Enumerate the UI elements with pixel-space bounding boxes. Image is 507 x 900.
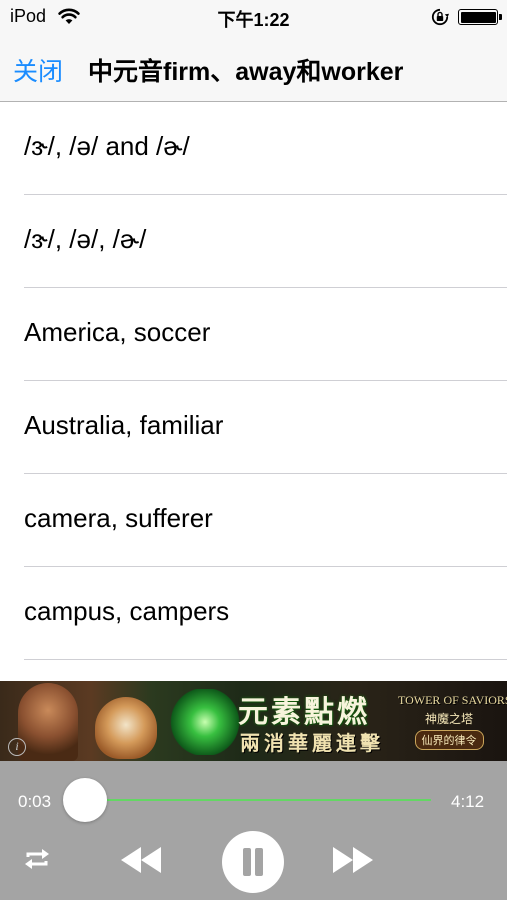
close-button[interactable]: 关闭: [13, 52, 63, 88]
ad-logo-chinese: 神魔之塔: [424, 712, 473, 726]
list-item-label: campus, campers: [24, 596, 230, 626]
fast-forward-icon[interactable]: [331, 845, 375, 880]
nav-bar: 关闭 中元音firm、away和worker: [0, 34, 507, 102]
ad-character-image: [18, 683, 78, 761]
ad-subline: 兩消華麗連擊: [240, 733, 384, 755]
ad-dog-image: [95, 697, 157, 759]
list-item-label: America, soccer: [24, 317, 211, 347]
ad-gem-image: [170, 689, 240, 755]
list-item-label: camera, sufferer: [24, 503, 213, 533]
pause-bar-right: [255, 848, 263, 876]
repeat-icon[interactable]: [24, 847, 50, 876]
list-item[interactable]: camera, sufferer: [0, 474, 507, 567]
lesson-list: /ɝ/, /ə/ and /ɚ/ /ɝ/, /ə/, /ɚ/ America, …: [0, 102, 507, 660]
status-bar: iPod 下午1:22: [0, 0, 507, 34]
pause-bar-left: [243, 848, 251, 876]
list-item[interactable]: /ɝ/, /ə/, /ɚ/: [0, 195, 507, 288]
progress-knob[interactable]: [62, 778, 107, 822]
list-item[interactable]: campus, campers: [0, 567, 507, 660]
ad-headline: 元素點燃: [238, 696, 370, 729]
audio-player: 0:03 4:12: [0, 761, 507, 900]
progress-track[interactable]: [99, 799, 431, 801]
battery-icon: [458, 9, 502, 25]
ad-logo-english: TOWER OF SAVIORS: [398, 693, 507, 707]
list-item-label: /ɝ/, /ə/ and /ɚ/: [24, 131, 190, 161]
list-item[interactable]: America, soccer: [0, 288, 507, 381]
orientation-lock-icon: [431, 8, 449, 31]
list-item[interactable]: Australia, familiar: [0, 381, 507, 474]
divider: [24, 659, 507, 660]
page-title: 中元音firm、away和worker: [88, 58, 404, 86]
current-time: 0:03: [18, 792, 52, 811]
list-item-label: /ɝ/, /ə/, /ɚ/: [24, 224, 147, 254]
ad-logo: TOWER OF SAVIORS 神魔之塔 仙界的律令: [398, 693, 507, 753]
battery-level: [460, 11, 496, 23]
pause-button[interactable]: [222, 831, 284, 893]
list-item-label: Australia, familiar: [24, 410, 224, 440]
battery-tip: [499, 14, 502, 20]
ad-logo-tag: 仙界的律令: [414, 730, 484, 750]
total-time: 4:12: [451, 792, 485, 811]
ad-info-icon[interactable]: i: [8, 738, 26, 756]
rewind-icon[interactable]: [119, 845, 163, 880]
ad-banner[interactable]: 元素點燃 兩消華麗連擊 TOWER OF SAVIORS 神魔之塔 仙界的律令 …: [0, 681, 507, 761]
list-item[interactable]: /ɝ/, /ə/ and /ɚ/: [0, 102, 507, 195]
